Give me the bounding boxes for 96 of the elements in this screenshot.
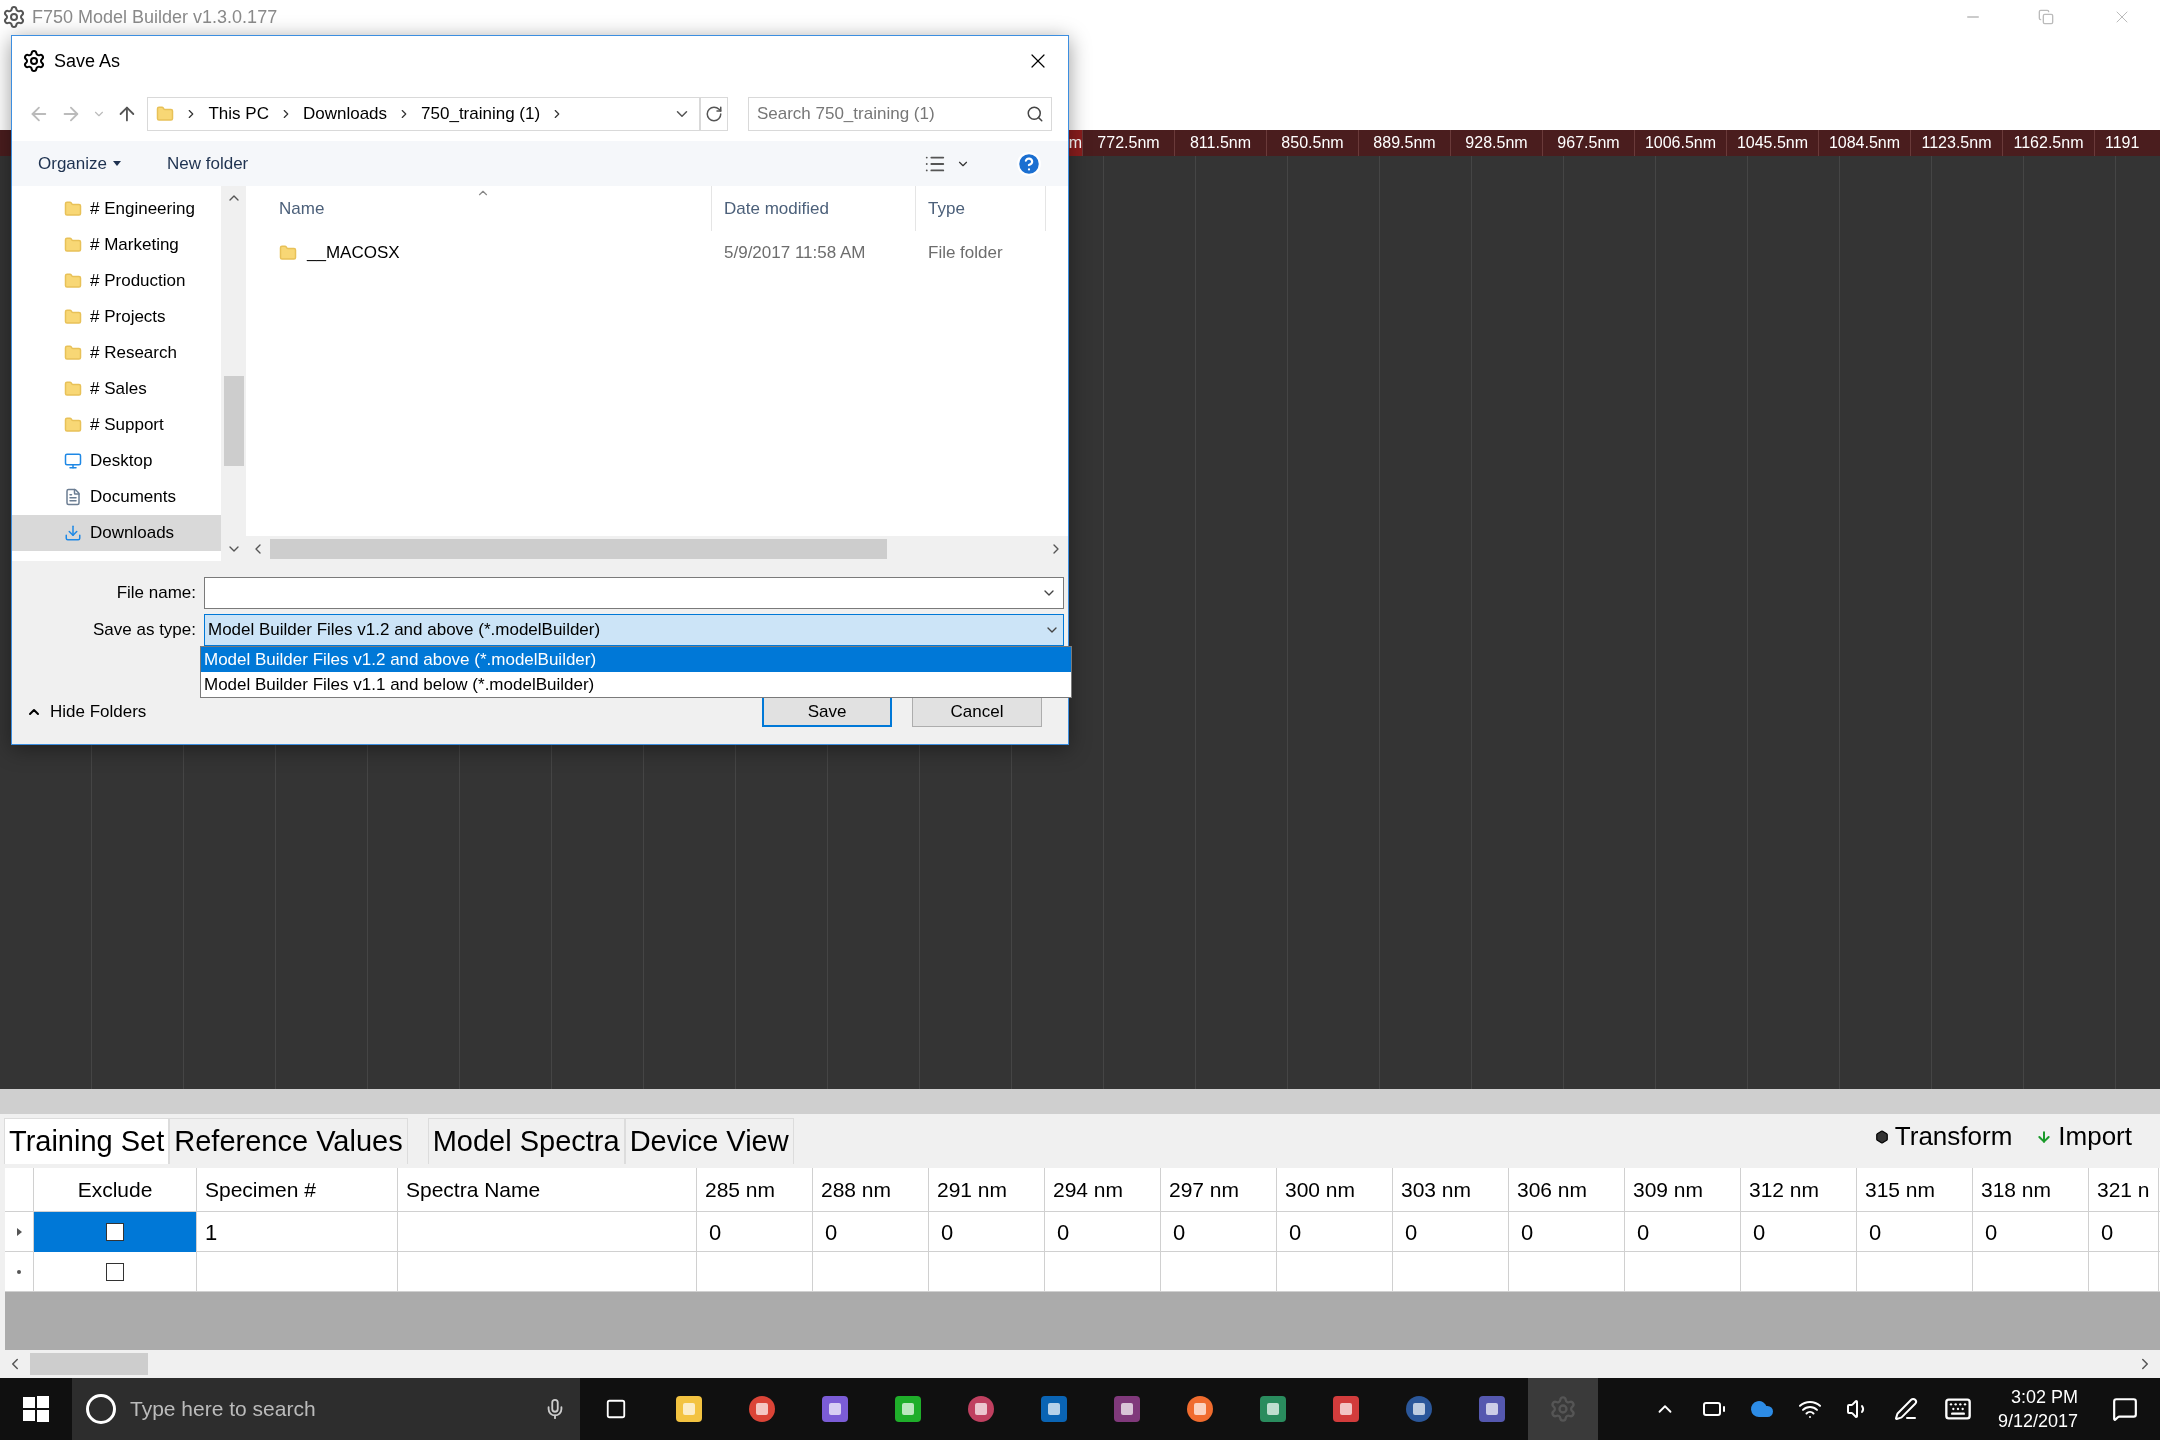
file-name-field[interactable]	[204, 577, 1064, 609]
download-icon	[64, 524, 82, 542]
nav-item[interactable]: # Production	[12, 263, 221, 299]
column-header[interactable]: Name	[246, 186, 712, 231]
column-header[interactable]: 285 nm	[697, 1168, 813, 1212]
breadcrumb[interactable]: 750_training (1)	[421, 100, 541, 127]
column-header[interactable]: 300 nm	[1277, 1168, 1393, 1212]
gears-icon	[2, 5, 26, 29]
checkbox[interactable]	[106, 1263, 124, 1281]
column-header[interactable]: Specimen #	[197, 1168, 398, 1212]
column-header[interactable]: 321 n	[2089, 1168, 2159, 1212]
hexagon-icon	[1874, 1129, 1889, 1144]
new-row-icon	[17, 1269, 21, 1274]
table-cell-text: 0	[1173, 1218, 1186, 1247]
scroll-thumb[interactable]	[270, 538, 887, 559]
desktop-icon	[64, 452, 82, 470]
clock[interactable]: 3:02 PM 9/12/2017	[1997, 1385, 2078, 1433]
hide-folders-button[interactable]: Hide Folders	[26, 698, 147, 725]
column-header[interactable]: 312 nm	[1741, 1168, 1857, 1212]
nav-item[interactable]: # Marketing	[12, 227, 221, 263]
dialog-title: Save As	[54, 49, 121, 73]
table-cell-text: 0	[1637, 1218, 1650, 1247]
table-cell-text: 0	[825, 1218, 838, 1247]
file-type: File folder	[927, 242, 1004, 265]
app-title: F750 Model Builder v1.3.0.177	[32, 5, 278, 29]
table-cell-text: 0	[941, 1218, 954, 1247]
file-date: 5/9/2017 11:58 AM	[723, 242, 867, 265]
table-cell-text: 0	[1057, 1218, 1070, 1247]
scroll-thumb[interactable]	[223, 376, 244, 466]
cortana-icon	[86, 1394, 116, 1424]
column-header[interactable]: Date modified	[712, 186, 916, 231]
refresh-icon	[705, 104, 723, 123]
tab[interactable]: Device View	[624, 1118, 794, 1164]
table-cell-text: 0	[1985, 1218, 1998, 1247]
file-name[interactable]: __MACOSX	[307, 240, 400, 266]
address-bar[interactable]: This PC Downloads 750_training (1)	[147, 96, 701, 131]
nav-item[interactable]: Downloads	[12, 515, 221, 551]
exclude-cell[interactable]	[34, 1212, 197, 1252]
action-button[interactable]: Import	[2036, 1117, 2132, 1156]
table-cell-text: 0	[1289, 1218, 1302, 1247]
table-cell-text: 0	[1753, 1218, 1766, 1247]
table-cell-text: 0	[1405, 1218, 1418, 1247]
refresh-button[interactable]	[700, 96, 728, 131]
column-header[interactable]: 309 nm	[1625, 1168, 1741, 1212]
column-header[interactable]: Spectra Name	[398, 1168, 697, 1212]
dropdown-option[interactable]: Model Builder Files v1.1 and below (*.modelBuilder)	[201, 672, 1071, 697]
notification-icon[interactable]	[2112, 1396, 2138, 1422]
help-icon[interactable]	[1016, 150, 1042, 177]
table-cell-text: 1	[205, 1218, 218, 1247]
dropdown-option[interactable]: Model Builder Files v1.2 and above (*.modelBuilder)	[201, 647, 1071, 672]
column-header[interactable]: 288 nm	[813, 1168, 929, 1212]
tab[interactable]: Reference Values	[169, 1118, 408, 1164]
column-header[interactable]: 318 nm	[1973, 1168, 2089, 1212]
breadcrumb[interactable]: This PC	[208, 100, 269, 127]
table-cell-text: 0	[1521, 1218, 1534, 1247]
current-row-icon	[16, 1227, 22, 1236]
breadcrumb[interactable]: Downloads	[302, 100, 388, 127]
nav-item[interactable]: Documents	[12, 479, 221, 515]
action-button[interactable]: Transform	[1874, 1117, 2013, 1156]
table-cell-text: 0	[1869, 1218, 1882, 1247]
dialog-button[interactable]: Save	[762, 696, 892, 727]
field-label: Save as type:	[92, 619, 197, 642]
nav-item[interactable]: # Projects	[12, 299, 221, 335]
column-header[interactable]: 315 nm	[1857, 1168, 1973, 1212]
search-field[interactable]: Search 750_training (1)	[747, 96, 1052, 131]
pen-icon[interactable]	[1893, 1397, 1918, 1421]
tab[interactable]: Model Spectra	[427, 1118, 625, 1164]
gears-icon	[22, 49, 46, 73]
new-folder-button[interactable]: New folder	[167, 150, 249, 177]
taskbar-search-box[interactable]: Type here to search	[72, 1378, 580, 1440]
nav-item[interactable]: # Support	[12, 407, 221, 443]
windows-logo-icon	[23, 1396, 49, 1422]
scroll-thumb[interactable]	[30, 1353, 148, 1375]
horizontal-scrollbar[interactable]	[246, 536, 1068, 561]
organize-menu[interactable]: Organize	[38, 150, 121, 177]
field-label: File name:	[115, 582, 197, 605]
table-cell-text: 0	[709, 1218, 722, 1247]
nav-item[interactable]: Desktop	[12, 443, 221, 479]
dialog-button[interactable]: Cancel	[912, 696, 1042, 727]
column-header[interactable]: 303 nm	[1393, 1168, 1509, 1212]
tab[interactable]: Training Set	[4, 1118, 170, 1164]
column-header[interactable]: 291 nm	[929, 1168, 1045, 1212]
table-scrollbar[interactable]	[0, 1350, 2160, 1378]
column-header[interactable]: 306 nm	[1509, 1168, 1625, 1212]
search-icon	[1026, 104, 1044, 123]
nav-item[interactable]: # Sales	[12, 371, 221, 407]
column-header[interactable]: 297 nm	[1161, 1168, 1277, 1212]
save-type-dropdown[interactable]: Model Builder Files v1.2 and above (*.modelBuilder)	[204, 614, 1064, 646]
taskbar-search-field[interactable]: Type here to search	[130, 1393, 530, 1425]
checkbox[interactable]	[106, 1223, 124, 1241]
nav-scrollbar[interactable]	[221, 186, 246, 561]
nav-item[interactable]: # Research	[12, 335, 221, 371]
column-header[interactable]: 294 nm	[1045, 1168, 1161, 1212]
table-cell-text: 0	[2101, 1218, 2114, 1247]
column-header[interactable]: Type	[916, 186, 1046, 231]
nav-item[interactable]: # Engineering	[12, 191, 221, 227]
